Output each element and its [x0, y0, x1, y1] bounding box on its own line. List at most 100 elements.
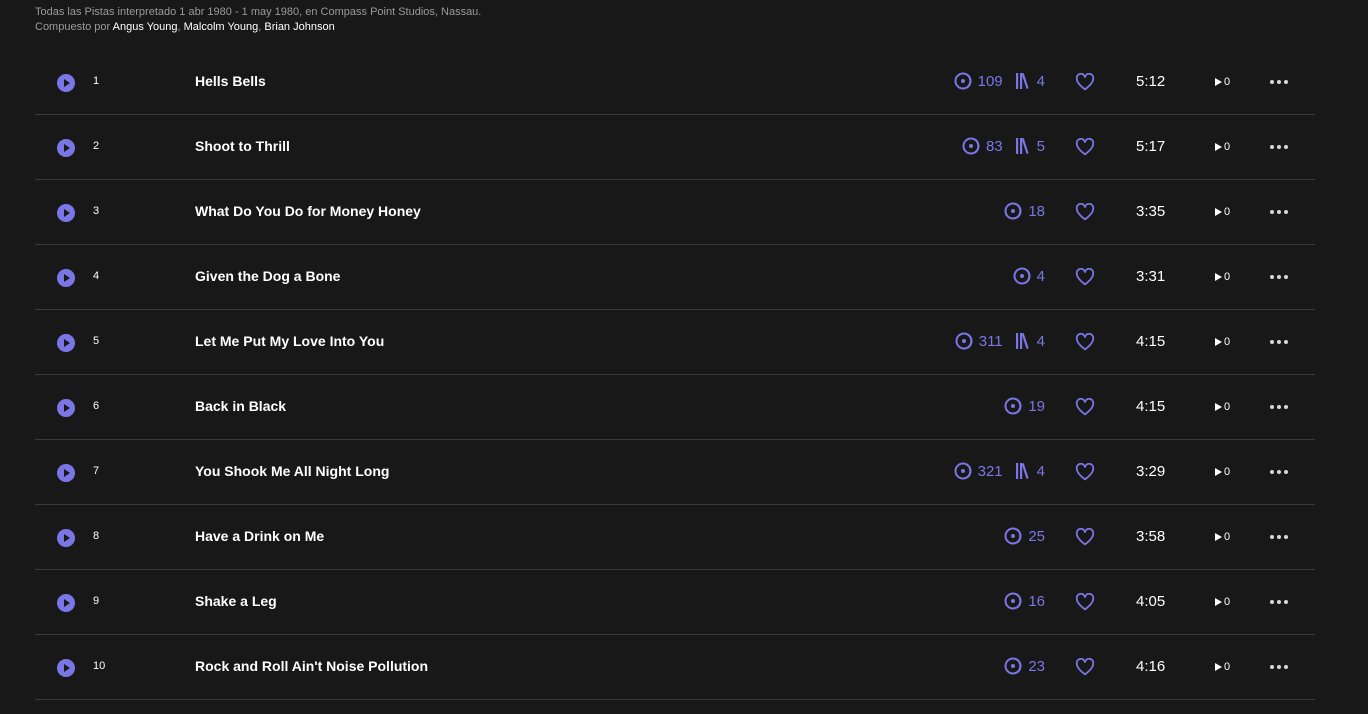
heart-icon[interactable]	[1075, 593, 1095, 611]
more-options-icon[interactable]	[1270, 665, 1288, 669]
more-options-icon[interactable]	[1270, 340, 1288, 344]
lists-stat[interactable]: 5	[1015, 137, 1045, 155]
lists-stat[interactable]: 4	[1015, 332, 1045, 350]
listens-stat[interactable]: 25	[1004, 527, 1045, 545]
play-icon[interactable]	[57, 269, 75, 287]
track-duration: 3:58	[1136, 528, 1166, 545]
track-row[interactable]: 4 Given the Dog a Bone 4 3:31 0	[35, 245, 1315, 310]
listens-count: 16	[1028, 592, 1045, 610]
play-count-value: 0	[1224, 596, 1231, 608]
play-icon[interactable]	[57, 139, 75, 157]
composer-link[interactable]: Angus Young	[113, 21, 178, 33]
play-icon[interactable]	[57, 334, 75, 352]
recording-info: Todas las Pistas interpretado 1 abr 1980…	[35, 6, 482, 18]
track-row[interactable]: 9 Shake a Leg 16 4:05 0	[35, 570, 1315, 635]
track-title[interactable]: Let Me Put My Love Into You	[195, 333, 384, 349]
track-number: 5	[93, 335, 100, 347]
listens-count: 4	[1036, 267, 1045, 285]
listens-count: 23	[1028, 657, 1045, 675]
listens-stat[interactable]: 23	[1004, 657, 1045, 675]
lists-stat[interactable]: 4	[1015, 72, 1045, 90]
track-row[interactable]: 2 Shoot to Thrill 83 5 5:17 0	[35, 115, 1315, 180]
play-count-icon	[1215, 533, 1222, 541]
play-count: 0	[1215, 401, 1230, 413]
track-number: 1	[93, 75, 100, 87]
play-icon[interactable]	[57, 74, 75, 92]
track-row[interactable]: 10 Rock and Roll Ain't Noise Pollution 2…	[35, 635, 1315, 700]
track-duration: 4:15	[1136, 398, 1166, 415]
track-title[interactable]: Shake a Leg	[195, 593, 277, 609]
track-title[interactable]: You Shook Me All Night Long	[195, 463, 389, 479]
disc-icon	[962, 137, 980, 155]
heart-icon[interactable]	[1075, 528, 1095, 546]
disc-icon	[954, 72, 972, 90]
library-icon	[1015, 333, 1029, 349]
track-title[interactable]: Rock and Roll Ain't Noise Pollution	[195, 658, 428, 674]
heart-icon[interactable]	[1075, 138, 1095, 156]
track-title[interactable]: What Do You Do for Money Honey	[195, 203, 421, 219]
listens-stat[interactable]: 109	[954, 72, 1003, 90]
heart-icon[interactable]	[1075, 73, 1095, 91]
heart-icon[interactable]	[1075, 463, 1095, 481]
track-number: 8	[93, 530, 100, 542]
composer-link[interactable]: Malcolm Young	[184, 21, 259, 33]
track-number: 10	[93, 660, 106, 672]
more-options-icon[interactable]	[1270, 405, 1288, 409]
track-title[interactable]: Have a Drink on Me	[195, 528, 324, 544]
play-icon[interactable]	[57, 659, 75, 677]
listens-count: 311	[978, 332, 1003, 350]
listens-stat[interactable]: 311	[955, 332, 1003, 350]
disc-icon	[1004, 592, 1022, 610]
composers-line: Compuesto por Angus Young, Malcolm Young…	[35, 21, 335, 33]
play-count-value: 0	[1224, 466, 1231, 478]
heart-icon[interactable]	[1075, 333, 1095, 351]
play-count: 0	[1215, 336, 1230, 348]
heart-icon[interactable]	[1075, 203, 1095, 221]
more-options-icon[interactable]	[1270, 275, 1288, 279]
heart-icon[interactable]	[1075, 398, 1095, 416]
more-options-icon[interactable]	[1270, 145, 1288, 149]
play-icon[interactable]	[57, 399, 75, 417]
listens-stat[interactable]: 4	[1013, 267, 1045, 285]
track-stats: 321 4	[954, 462, 1045, 480]
listens-stat[interactable]: 321	[954, 462, 1003, 480]
library-icon	[1015, 463, 1029, 479]
play-icon[interactable]	[57, 204, 75, 222]
listens-stat[interactable]: 19	[1004, 397, 1045, 415]
composed-by-label: Compuesto por	[35, 21, 113, 33]
more-options-icon[interactable]	[1270, 210, 1288, 214]
more-options-icon[interactable]	[1270, 600, 1288, 604]
track-title[interactable]: Hells Bells	[195, 73, 266, 89]
track-duration: 4:16	[1136, 658, 1166, 675]
listens-stat[interactable]: 16	[1004, 592, 1045, 610]
track-row[interactable]: 8 Have a Drink on Me 25 3:58 0	[35, 505, 1315, 570]
listens-stat[interactable]: 83	[962, 137, 1003, 155]
listens-stat[interactable]: 18	[1004, 202, 1045, 220]
more-options-icon[interactable]	[1270, 535, 1288, 539]
lists-stat[interactable]: 4	[1015, 462, 1045, 480]
track-stats: 19	[1004, 397, 1045, 415]
play-count: 0	[1215, 271, 1230, 283]
play-icon[interactable]	[57, 464, 75, 482]
track-row[interactable]: 6 Back in Black 19 4:15 0	[35, 375, 1315, 440]
track-title[interactable]: Given the Dog a Bone	[195, 268, 340, 284]
track-title[interactable]: Shoot to Thrill	[195, 138, 290, 154]
composer-link[interactable]: Brian Johnson	[264, 21, 334, 33]
more-options-icon[interactable]	[1270, 470, 1288, 474]
track-row[interactable]: 5 Let Me Put My Love Into You 311 4 4:15…	[35, 310, 1315, 375]
listens-count: 321	[977, 462, 1003, 480]
listens-count: 19	[1028, 397, 1045, 415]
track-row[interactable]: 7 You Shook Me All Night Long 321 4 3:29…	[35, 440, 1315, 505]
play-count-icon	[1215, 143, 1222, 151]
play-icon[interactable]	[57, 594, 75, 612]
play-count-value: 0	[1224, 141, 1231, 153]
disc-icon	[955, 332, 973, 350]
heart-icon[interactable]	[1075, 658, 1095, 676]
play-icon[interactable]	[57, 529, 75, 547]
more-options-icon[interactable]	[1270, 80, 1288, 84]
heart-icon[interactable]	[1075, 268, 1095, 286]
track-row[interactable]: 1 Hells Bells 109 4 5:12 0	[35, 50, 1315, 115]
track-row[interactable]: 3 What Do You Do for Money Honey 18 3:35…	[35, 180, 1315, 245]
play-count-icon	[1215, 78, 1222, 86]
track-title[interactable]: Back in Black	[195, 398, 286, 414]
